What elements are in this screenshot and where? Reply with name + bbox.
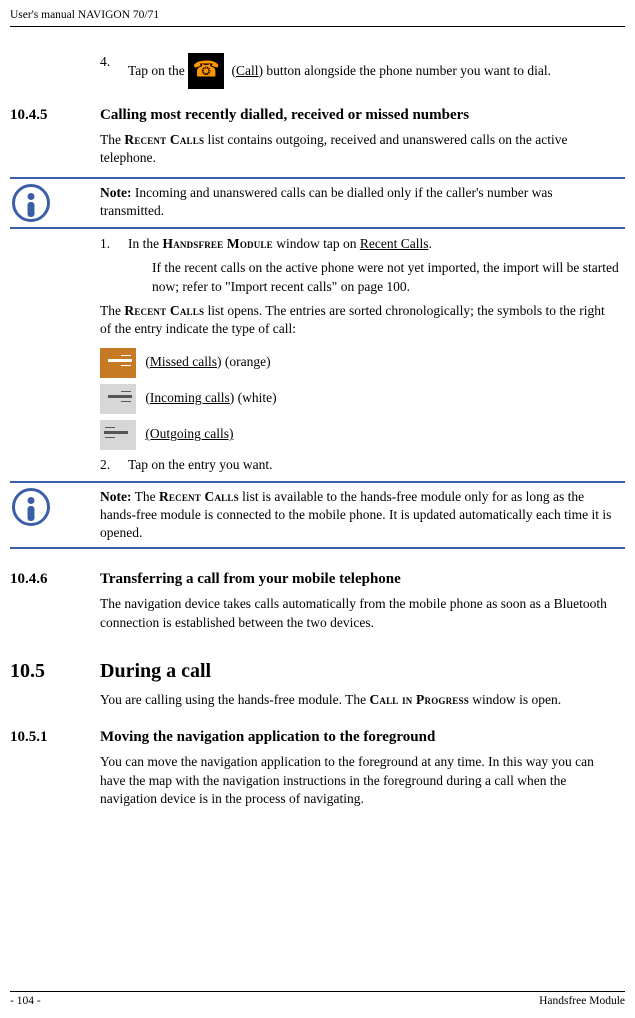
text: window tap on	[273, 236, 360, 251]
note-icon-cell	[10, 488, 100, 543]
outgoing-calls-icon	[100, 420, 136, 450]
left-gutter	[10, 53, 100, 91]
note-icon-cell	[10, 184, 100, 222]
handsfree-module-ref: Handsfree Module	[163, 236, 273, 251]
info-icon	[12, 488, 50, 526]
missed-calls-icon	[100, 348, 136, 378]
incoming-calls-icon	[100, 384, 136, 414]
section-number: 10.5.1	[10, 727, 100, 812]
paragraph: You can move the navigation application …	[100, 753, 619, 808]
text: window is open.	[469, 692, 561, 707]
step-number: 4.	[100, 53, 128, 91]
note-block: Note: The Recent Calls list is available…	[10, 481, 625, 550]
text: (orange)	[222, 354, 271, 369]
text: The	[131, 489, 159, 504]
text: ) button alongside the phone number you …	[259, 63, 551, 78]
footer-section: Handsfree Module	[539, 994, 625, 1010]
note-text: Note: The Recent Calls list is available…	[100, 488, 625, 543]
step-body: Tap on the entry you want.	[128, 456, 619, 474]
section-number: 10.4.6	[10, 569, 100, 636]
step-body: Tap on the (Call) button alongside the p…	[128, 53, 619, 91]
step-number: 1.	[100, 235, 128, 253]
paragraph: The navigation device takes calls automa…	[100, 595, 619, 631]
section-heading: During a call	[100, 658, 619, 685]
paragraph: The Recent Calls list opens. The entries…	[100, 302, 619, 338]
section-heading: Transferring a call from your mobile tel…	[100, 569, 619, 589]
text: Incoming and unanswered calls can be dia…	[100, 185, 553, 218]
left-gutter	[10, 235, 100, 474]
recent-calls-link: Recent Calls	[360, 236, 429, 251]
list-item: (Missed calls) (orange)	[100, 348, 619, 378]
text: .	[428, 236, 431, 251]
page-number: - 104 -	[10, 994, 41, 1010]
note-label: Note:	[100, 185, 131, 200]
recent-calls-ref: Recent Calls	[124, 132, 204, 147]
text: The	[100, 132, 124, 147]
step-number: 2.	[100, 456, 128, 474]
text: (white)	[234, 390, 276, 405]
info-icon	[12, 184, 50, 222]
list-item: (Incoming calls) (white)	[100, 384, 619, 414]
recent-calls-ref: Recent Calls	[159, 489, 239, 504]
paragraph: You are calling using the hands-free mod…	[100, 691, 619, 709]
text: You are calling using the hands-free mod…	[100, 692, 369, 707]
note-label: Note:	[100, 489, 131, 504]
paragraph: The Recent Calls list contains outgoing,…	[100, 131, 619, 167]
call-button-label: Call	[236, 63, 259, 78]
call-icon	[188, 53, 224, 89]
step-body: In the Handsfree Module window tap on Re…	[128, 235, 619, 253]
section-heading: Moving the navigation application to the…	[100, 727, 619, 747]
note-text: Note: Incoming and unanswered calls can …	[100, 184, 625, 222]
sub-paragraph: If the recent calls on the active phone …	[100, 259, 619, 295]
missed-calls-label: Missed calls	[150, 354, 217, 369]
list-item: (Outgoing calls)	[100, 420, 619, 450]
page-footer: - 104 - Handsfree Module	[10, 991, 625, 1010]
page-content: 4. Tap on the (Call) button alongside th…	[10, 27, 625, 812]
page-header: User's manual NAVIGON 70/71	[10, 8, 625, 27]
recent-calls-ref: Recent Calls	[124, 303, 204, 318]
text: The	[100, 303, 124, 318]
outgoing-calls-label: (Outgoing calls)	[145, 426, 233, 441]
note-block: Note: Incoming and unanswered calls can …	[10, 177, 625, 229]
section-number: 10.5	[10, 658, 100, 713]
incoming-calls-label: Incoming calls	[150, 390, 230, 405]
text: Tap on the	[128, 63, 188, 78]
section-number: 10.4.5	[10, 105, 100, 172]
text: In the	[128, 236, 163, 251]
call-in-progress-ref: Call in Progress	[369, 692, 468, 707]
section-heading: Calling most recently dialled, received …	[100, 105, 619, 125]
